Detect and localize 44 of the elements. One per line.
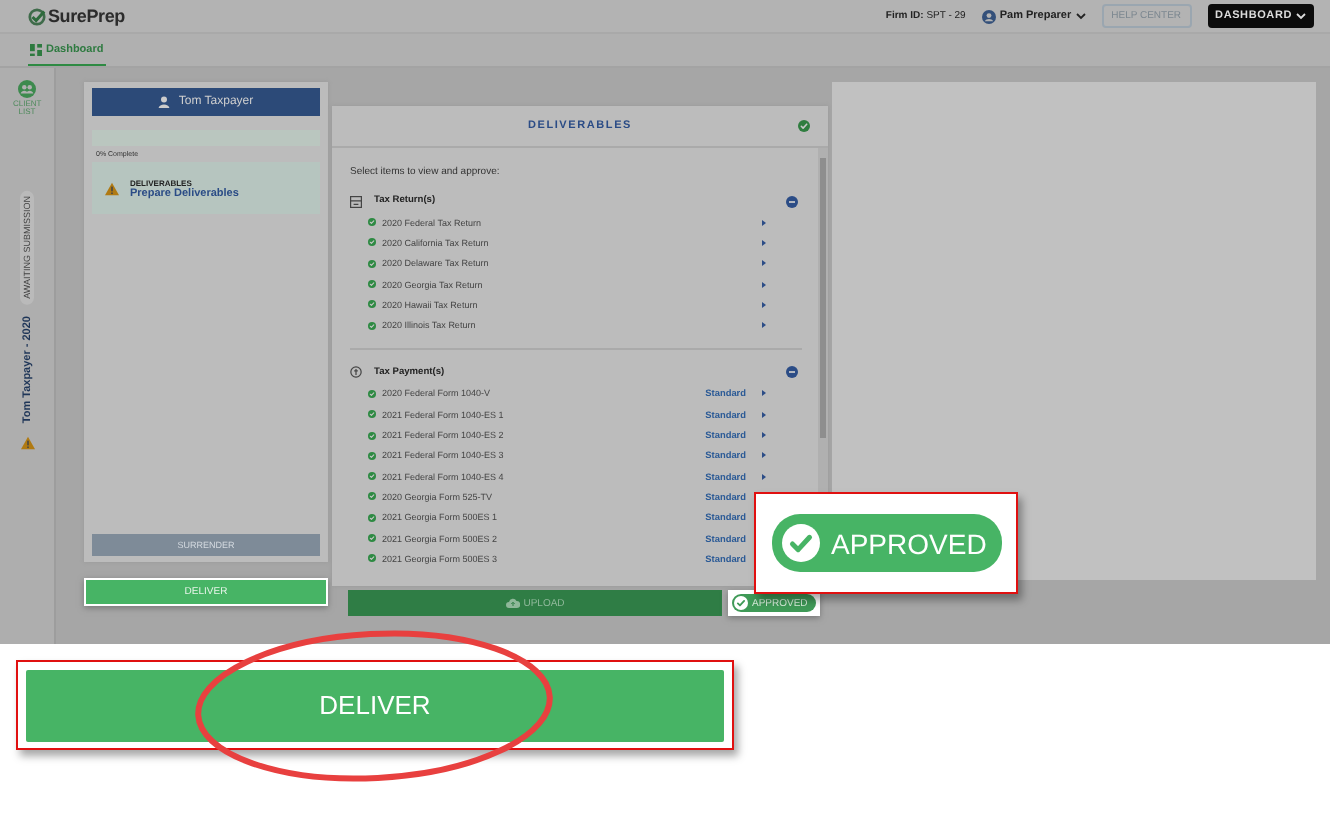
check-circle-icon: [798, 120, 810, 132]
warning-icon: [104, 181, 120, 195]
check-circle-icon: [368, 451, 376, 460]
check-circle-icon: [781, 524, 819, 562]
caret-right-icon: [762, 281, 766, 288]
user-icon: [981, 9, 996, 23]
warning-icon: [19, 435, 35, 450]
caret-right-icon: [762, 301, 766, 308]
document-icon: [350, 195, 362, 207]
people-icon: [18, 80, 36, 98]
caret-right-icon: [762, 322, 766, 329]
logo-text: SurePrep: [48, 6, 125, 26]
cloud-upload-icon: [505, 598, 520, 608]
collapse-icon[interactable]: [786, 366, 798, 379]
approved-badge: APPROVED: [771, 514, 1001, 572]
check-circle-icon: [368, 238, 376, 247]
check-circle-icon: [368, 472, 376, 481]
caret-right-icon: [762, 390, 766, 397]
check-circle-icon: [368, 431, 376, 440]
user-icon: [158, 96, 171, 108]
check-circle-icon: [368, 280, 376, 289]
check-circle-icon: [368, 410, 376, 419]
check-circle-icon: [368, 389, 376, 398]
collapse-icon[interactable]: [786, 195, 798, 207]
caret-right-icon: [762, 239, 766, 246]
chevron-down-icon: [1075, 12, 1086, 20]
caret-right-icon: [762, 452, 766, 459]
grid-icon: [30, 43, 42, 55]
caret-right-icon: [762, 411, 766, 418]
check-circle-icon: [368, 534, 376, 542]
chevron-down-icon: [1296, 12, 1306, 20]
check-circle-icon: [368, 513, 376, 522]
check-logo-icon: [28, 7, 46, 25]
caret-right-icon: [762, 260, 766, 267]
check-circle-icon: [368, 321, 376, 330]
caret-right-icon: [762, 432, 766, 439]
caret-right-icon: [762, 219, 766, 226]
check-circle-icon: [368, 300, 376, 309]
caret-right-icon: [762, 473, 766, 480]
check-circle-icon: [734, 596, 748, 610]
check-circle-icon: [368, 554, 376, 563]
check-circle-icon: [368, 218, 376, 227]
check-circle-icon: [368, 259, 376, 268]
check-circle-icon: [368, 492, 376, 501]
